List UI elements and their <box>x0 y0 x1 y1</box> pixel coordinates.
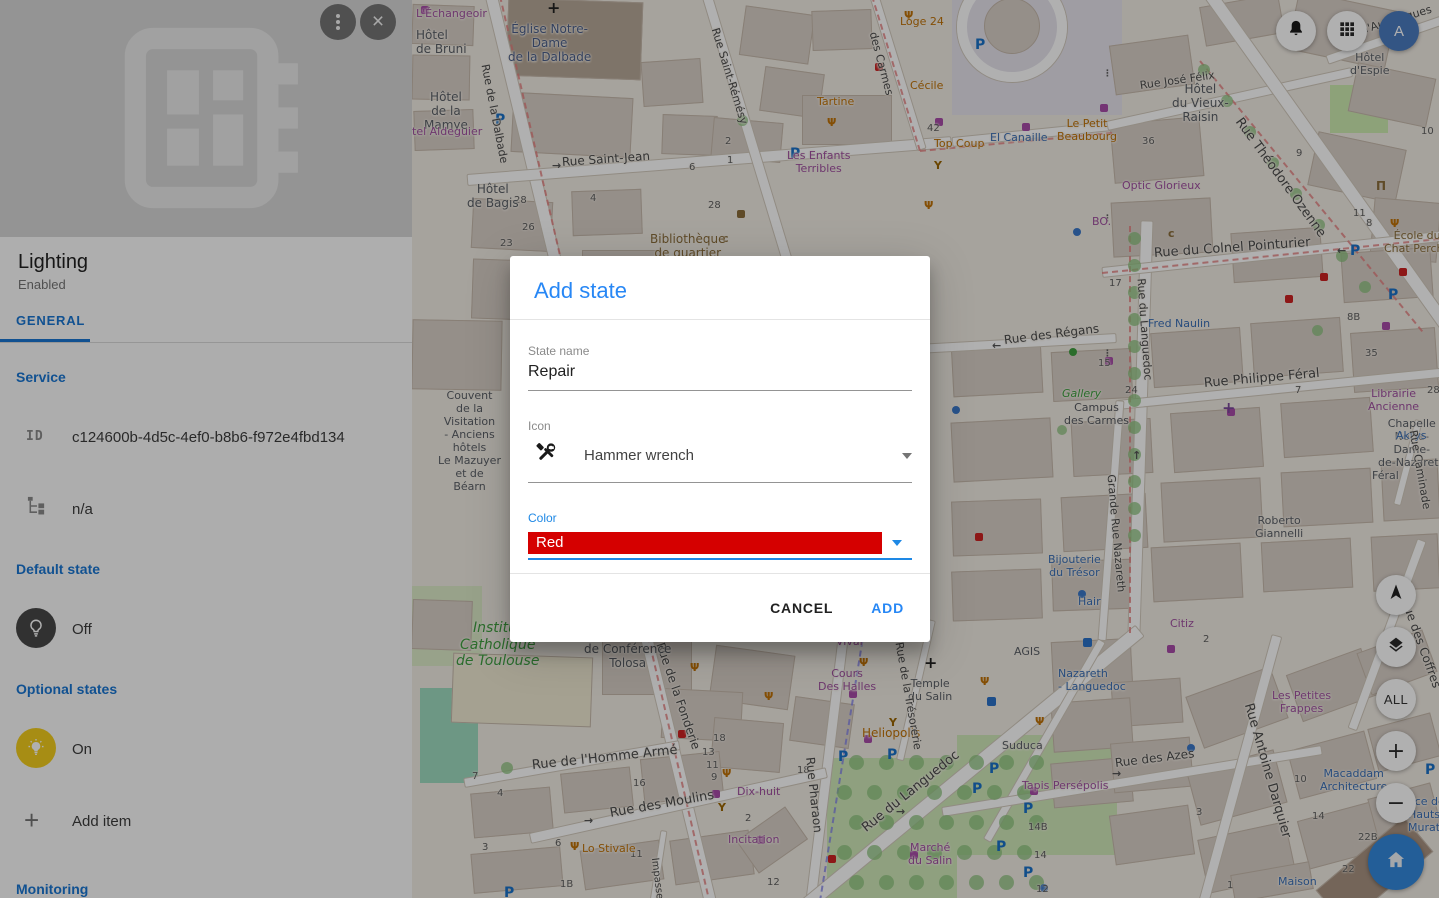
state-name-input[interactable]: Repair <box>528 358 912 391</box>
cancel-button[interactable]: CANCEL <box>770 600 833 616</box>
icon-field-label: Icon <box>528 419 912 433</box>
chevron-down-icon <box>902 453 912 459</box>
app-window: PPPPPPPPPPPPPPPΨΨΨΨΨΨΨΨΨΨΨYYYcc⋮⋮⋮Π+++→←… <box>0 0 1439 898</box>
color-field-label: Color <box>528 511 912 525</box>
state-name-label: State name <box>528 344 912 358</box>
dialog-footer: CANCEL ADD <box>510 573 930 642</box>
icon-select-value: Hammer wrench <box>584 447 902 464</box>
color-select[interactable]: Red <box>528 532 912 554</box>
color-field-underline <box>528 558 912 560</box>
color-select-value: Red <box>528 532 882 554</box>
add-state-dialog: Add state State name Repair Icon Hammer … <box>510 256 930 642</box>
dialog-header: Add state <box>510 256 930 320</box>
icon-select[interactable]: Hammer wrench <box>528 433 912 483</box>
chevron-down-icon-blue <box>892 540 902 546</box>
dialog-body: State name Repair Icon Hammer wrench <box>510 320 930 560</box>
hammer-wrench-icon <box>534 441 558 470</box>
add-button[interactable]: ADD <box>871 600 904 616</box>
dialog-title: Add state <box>534 278 906 304</box>
